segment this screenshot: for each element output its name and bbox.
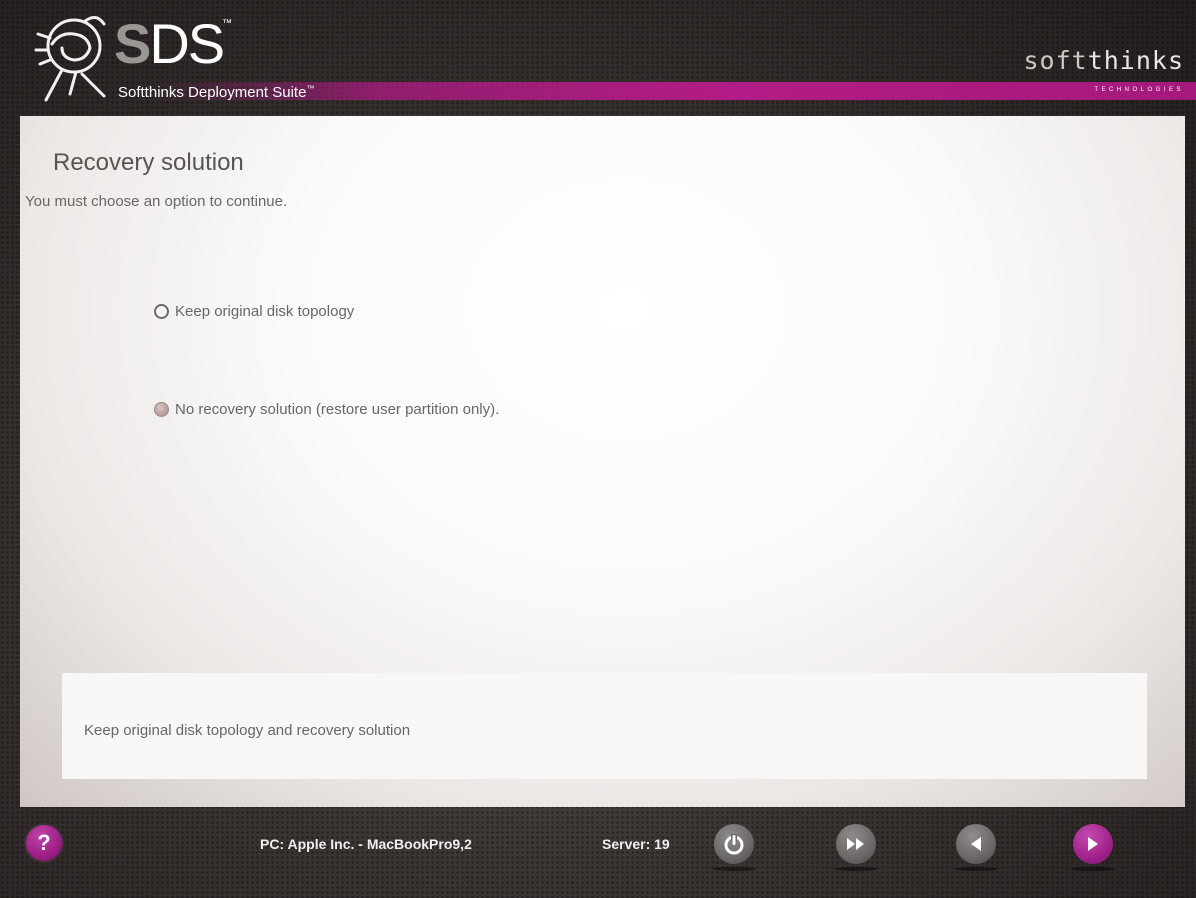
brand-logo-part1: soft [1023,46,1088,75]
skip-button[interactable] [836,824,876,864]
softthinks-logo: softthinks [1023,46,1184,75]
next-button-shadow [1071,867,1115,871]
brand-logo-part2: thinks [1087,46,1184,75]
shutdown-button[interactable] [714,824,754,864]
radio-keep-topology[interactable] [154,304,169,319]
option-keep-topology-label[interactable]: Keep original disk topology [175,303,354,320]
option-keep-topology[interactable]: Keep original disk topology [154,303,354,320]
back-arrow-icon [971,837,981,851]
option-no-recovery[interactable]: No recovery solution (restore user parti… [154,401,499,418]
suite-name: Softthinks Deployment Suite™ [118,84,314,101]
description-text: Keep original disk topology and recovery… [84,722,411,739]
page-subtitle: You must choose an option to continue. [25,193,288,210]
description-box: Keep original disk topology and recovery… [62,673,1147,779]
shutdown-button-shadow [712,867,756,871]
header: SDS ™ Softthinks Deployment Suite™ softt… [0,0,1196,116]
wordmark-rest: DS [149,12,225,75]
skip-button-shadow [834,867,878,871]
brand-subtitle: TECHNOLOGIES [1094,87,1184,93]
next-arrow-icon [1088,837,1098,851]
wordmark-s: S [114,12,151,75]
back-button[interactable] [956,824,996,864]
trademark-mark: ™ [222,18,232,29]
next-button[interactable] [1073,824,1113,864]
suite-tm: ™ [306,84,315,93]
main-panel: Recovery solution You must choose an opt… [20,116,1185,807]
help-button[interactable]: ? [26,825,62,861]
page-title: Recovery solution [53,149,244,176]
sds-logo-icon [34,16,106,102]
suite-name-text: Softthinks Deployment Suite [118,84,307,101]
app-window: SDS ™ Softthinks Deployment Suite™ softt… [0,0,1196,898]
sds-wordmark: SDS [114,16,225,72]
radio-no-recovery[interactable] [154,402,169,417]
fast-forward-icon [847,838,864,850]
back-button-shadow [954,867,998,871]
option-no-recovery-label[interactable]: No recovery solution (restore user parti… [175,401,499,418]
pc-info: PC: Apple Inc. - MacBookPro9,2 [260,836,472,852]
power-icon [724,834,744,855]
server-info: Server: 19 [602,836,670,852]
